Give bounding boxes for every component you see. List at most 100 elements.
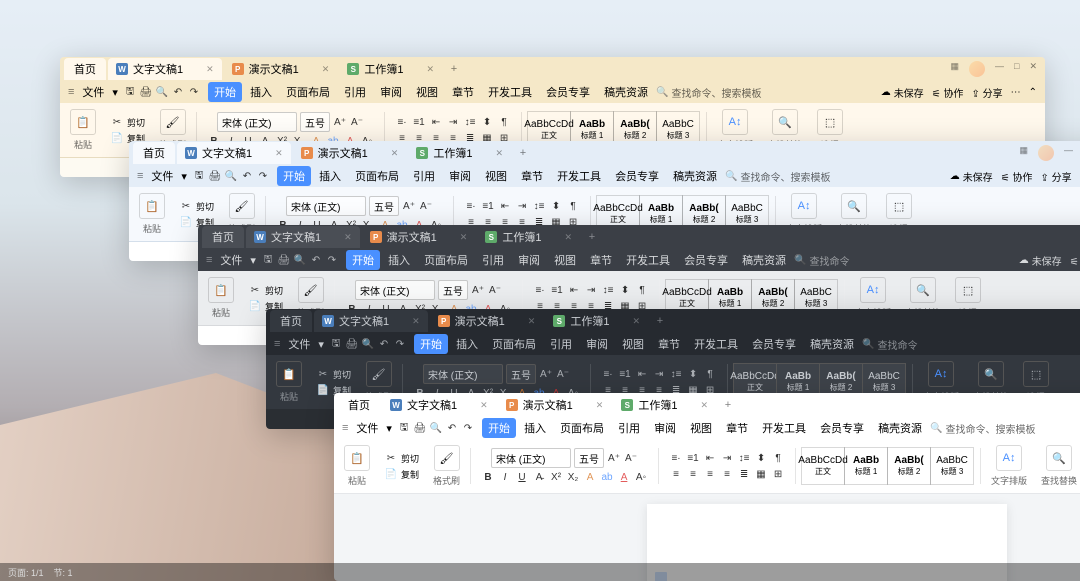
tab-pres[interactable]: P演示文稿1✕ (362, 226, 476, 248)
numbering-icon[interactable]: ≡1 (618, 367, 632, 381)
undo-icon[interactable]: ↶ (171, 85, 185, 99)
text-effect-icon[interactable]: A◦ (634, 470, 648, 484)
tab-sheet[interactable]: S工作簿1✕ (613, 394, 716, 416)
select-button[interactable]: ⬚ (817, 109, 843, 135)
menu-review[interactable]: 审阅 (512, 250, 546, 270)
select-button[interactable]: ⬚ (1023, 361, 1049, 387)
preview-icon[interactable]: 🔍 (361, 337, 375, 351)
undo-icon[interactable]: ↶ (240, 169, 254, 183)
shrink-font-icon[interactable]: A⁻ (488, 283, 502, 297)
close-icon[interactable]: ✕ (344, 232, 352, 243)
bullets-icon[interactable]: ≡· (395, 115, 409, 129)
menu-ref[interactable]: 引用 (476, 250, 510, 270)
menu-dev[interactable]: 开发工具 (620, 250, 676, 270)
coop-button[interactable]: ⚟ 协作 (1070, 253, 1080, 268)
paste-button[interactable]: 📋 (70, 109, 96, 135)
select-button[interactable]: ⬚ (955, 277, 981, 303)
menu-layout[interactable]: 页面布局 (418, 250, 474, 270)
subscript-icon[interactable]: X₂ (566, 470, 580, 484)
highlight-icon[interactable]: ab (600, 470, 614, 484)
menu-file[interactable]: 文件 (145, 166, 179, 186)
menu-ref[interactable]: 引用 (612, 418, 646, 438)
save-icon[interactable]: 🖫 (397, 421, 411, 435)
tab-home[interactable]: 首页 (270, 310, 312, 332)
print-icon[interactable]: 🖨 (139, 85, 153, 99)
tab-doc[interactable]: W文字文稿1✕ (246, 226, 360, 248)
paste-button[interactable]: 📋 (139, 193, 165, 219)
menu-start[interactable]: 开始 (414, 334, 448, 354)
underline-icon[interactable]: U (515, 470, 529, 484)
distribute-icon[interactable]: ≣ (737, 467, 751, 481)
superscript-icon[interactable]: X² (549, 470, 563, 484)
share-button[interactable]: ⇪ 分享 (1040, 169, 1071, 184)
font-select[interactable]: 宋体 (正文) (286, 196, 366, 216)
print-icon[interactable]: 🖨 (345, 337, 359, 351)
shrink-font-icon[interactable]: A⁻ (556, 367, 570, 381)
sort-icon[interactable]: ⬍ (480, 115, 494, 129)
align-justify-icon[interactable]: ≡ (720, 467, 734, 481)
menu-dev[interactable]: 开发工具 (551, 166, 607, 186)
font-color-icon[interactable]: A (617, 470, 631, 484)
tab-pres[interactable]: P演示文稿1✕ (430, 310, 544, 332)
bullets-icon[interactable]: ≡· (669, 451, 683, 465)
copy-icon[interactable]: 📄 (316, 383, 330, 397)
bullets-icon[interactable]: ≡· (533, 283, 547, 297)
text-layout-button[interactable]: A↕ (791, 193, 817, 219)
find-replace-button[interactable]: 🔍 (978, 361, 1004, 387)
undo-icon[interactable]: ↶ (309, 253, 323, 267)
menu-dev[interactable]: 开发工具 (756, 418, 812, 438)
linespace-icon[interactable]: ↕≡ (669, 367, 683, 381)
menu-section[interactable]: 章节 (446, 82, 480, 102)
numbering-icon[interactable]: ≡1 (686, 451, 700, 465)
align-left-icon[interactable]: ≡ (669, 467, 683, 481)
bold-icon[interactable]: B (481, 470, 495, 484)
indent-inc-icon[interactable]: ⇥ (720, 451, 734, 465)
tab-doc[interactable]: W文字文稿1✕ (314, 310, 428, 332)
size-select[interactable]: 五号 (574, 448, 604, 468)
menu-layout[interactable]: 页面布局 (349, 166, 405, 186)
menu-ref[interactable]: 引用 (407, 166, 441, 186)
avatar[interactable] (969, 61, 985, 77)
shading-icon[interactable]: ▦ (754, 467, 768, 481)
grow-font-icon[interactable]: A⁺ (333, 115, 347, 129)
sort-icon[interactable]: ⬍ (549, 199, 563, 213)
cut-icon[interactable]: ✂ (110, 115, 124, 129)
sort-icon[interactable]: ⬍ (754, 451, 768, 465)
showmarks-icon[interactable]: ¶ (771, 451, 785, 465)
indent-inc-icon[interactable]: ⇥ (652, 367, 666, 381)
maximize-button[interactable]: □ (1014, 61, 1019, 77)
indent-dec-icon[interactable]: ⇤ (703, 451, 717, 465)
close-icon[interactable]: ✕ (564, 232, 572, 243)
menu-ref[interactable]: 引用 (544, 334, 578, 354)
cut-icon[interactable]: ✂ (179, 199, 193, 213)
menu-file[interactable]: 文件 (282, 334, 316, 354)
menu-insert[interactable]: 插入 (313, 166, 347, 186)
find-replace-button[interactable]: 🔍 (910, 277, 936, 303)
menu-file[interactable]: 文件 (350, 418, 384, 438)
numbering-icon[interactable]: ≡1 (481, 199, 495, 213)
new-tab-button[interactable]: + (582, 231, 602, 243)
grow-font-icon[interactable]: A⁺ (539, 367, 553, 381)
menu-dev[interactable]: 开发工具 (482, 82, 538, 102)
menu-start[interactable]: 开始 (277, 166, 311, 186)
menu-insert[interactable]: 插入 (450, 334, 484, 354)
menu-member[interactable]: 会员专享 (609, 166, 665, 186)
text-layout-button[interactable]: A↕ (996, 445, 1022, 471)
text-layout-button[interactable]: A↕ (722, 109, 748, 135)
close-icon[interactable]: ✕ (480, 400, 488, 411)
close-icon[interactable]: ✕ (206, 64, 214, 75)
menu-insert[interactable]: 插入 (518, 418, 552, 438)
close-button[interactable]: ✕ (1029, 61, 1037, 77)
text-layout-button[interactable]: A↕ (860, 277, 886, 303)
sort-icon[interactable]: ⬍ (686, 367, 700, 381)
align-center-icon[interactable]: ≡ (686, 467, 700, 481)
menu-section[interactable]: 章节 (515, 166, 549, 186)
search-box[interactable]: 🔍查找命令、搜索模板 (725, 169, 830, 184)
cut-icon[interactable]: ✂ (316, 367, 330, 381)
font-select[interactable]: 宋体 (正文) (491, 448, 571, 468)
format-painter-button[interactable]: 🖌 (366, 361, 392, 387)
menu-member[interactable]: 会员专享 (746, 334, 802, 354)
shrink-font-icon[interactable]: A⁻ (624, 451, 638, 465)
format-painter-button[interactable]: 🖌 (434, 445, 460, 471)
menu-insert[interactable]: 插入 (244, 82, 278, 102)
